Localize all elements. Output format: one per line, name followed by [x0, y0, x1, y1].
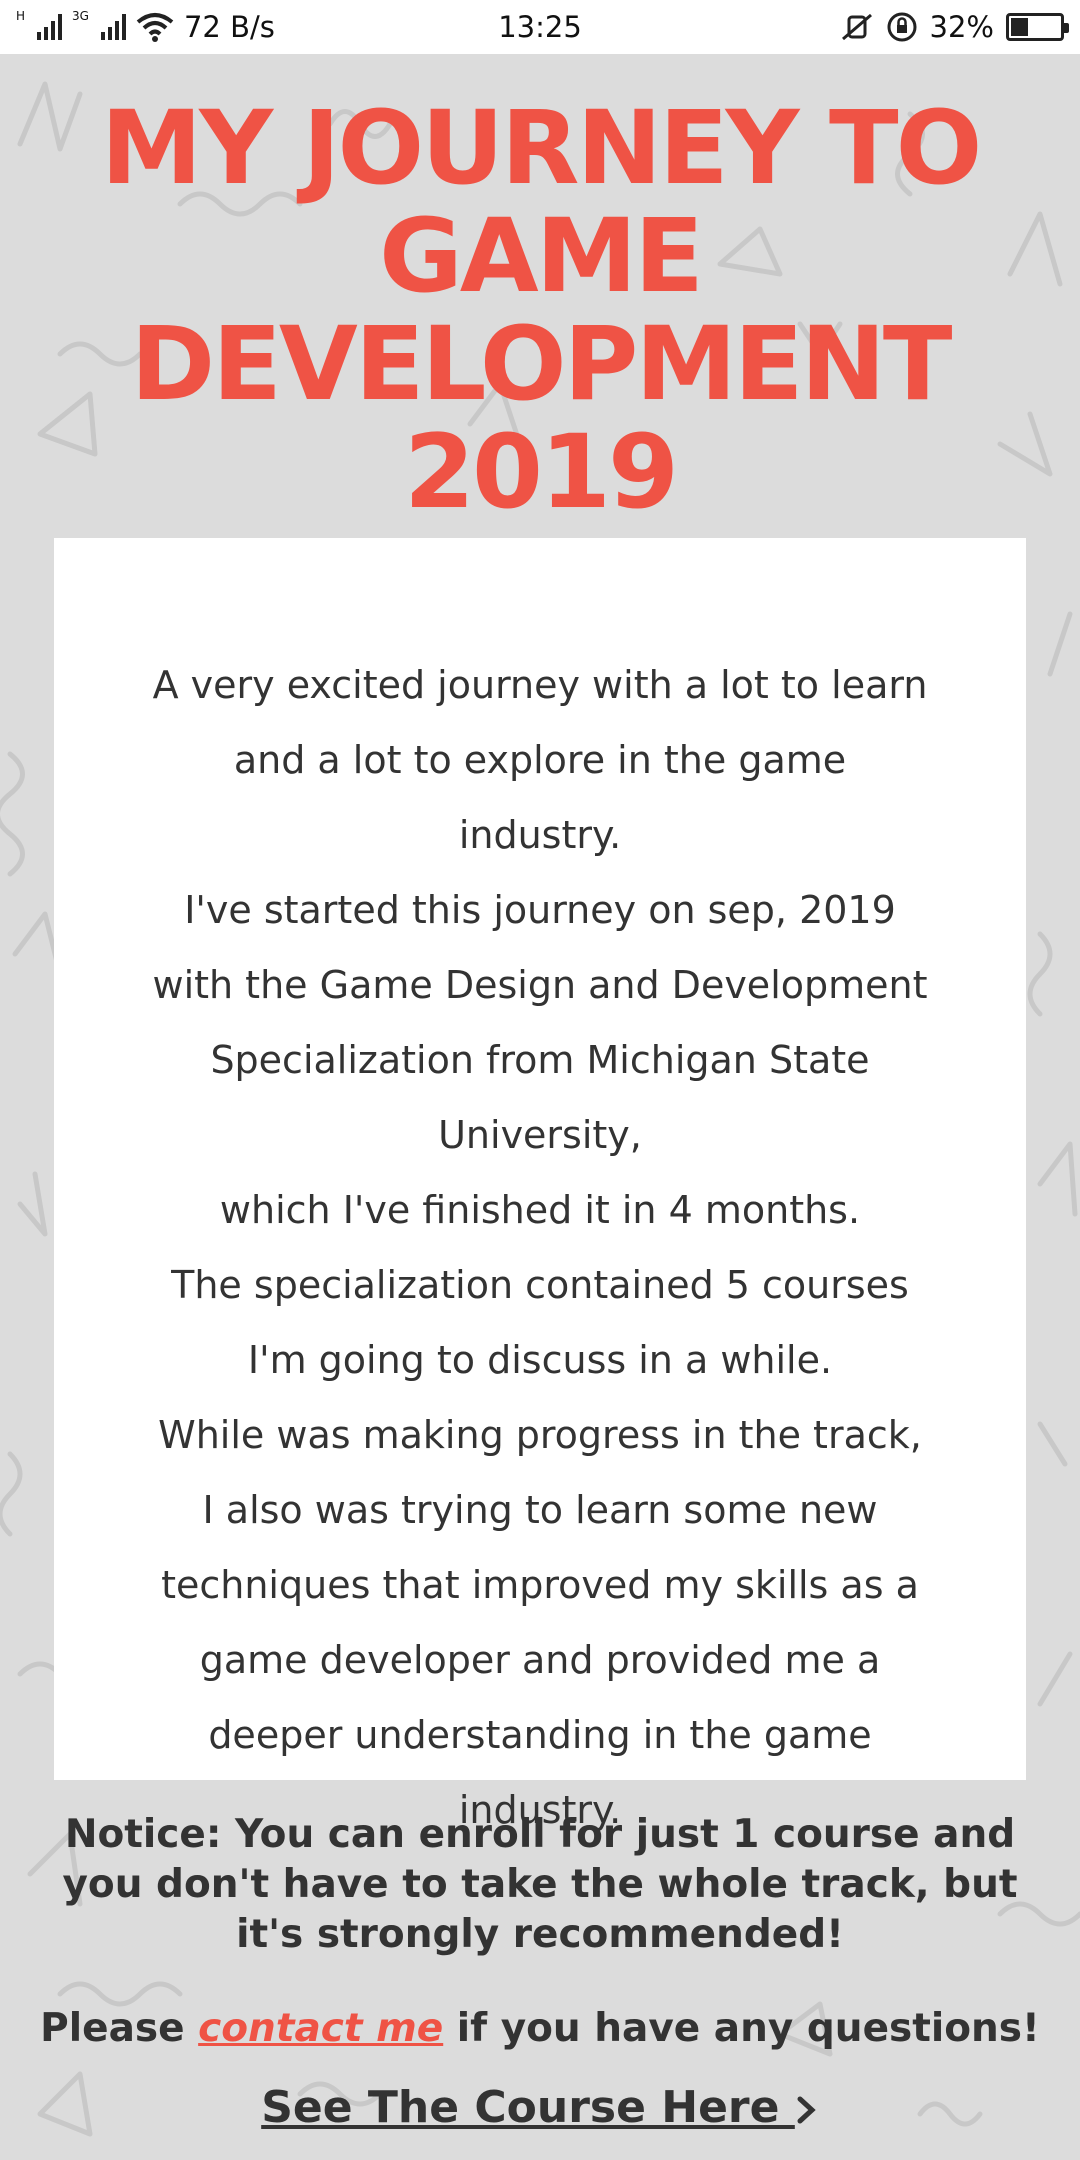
- network-type-3g: 3G: [72, 9, 89, 23]
- battery-icon: [1006, 13, 1069, 41]
- intro-paragraph: A very excited journey with a lot to lea…: [152, 663, 928, 857]
- intro-paragraph: While was making progress in the track, …: [158, 1413, 922, 1832]
- battery-percent: 32%: [929, 10, 994, 44]
- intro-paragraph: The specialization contained 5 courses I…: [171, 1263, 909, 1382]
- signal-icon-2: [100, 14, 126, 40]
- intro-paragraph: I've started this journey on sep, 2019 w…: [152, 888, 928, 1157]
- chevron-right-icon: [797, 2096, 816, 2124]
- status-bar: H 3G 72 B/s 13:25 32%: [0, 0, 1080, 54]
- contact-line: Please contact me if you have any questi…: [40, 2006, 1040, 2051]
- network-type-h: H: [16, 9, 26, 23]
- signal-icon-1: [37, 14, 63, 40]
- status-right: 32%: [664, 10, 1069, 44]
- vibrate-mute-icon: [841, 13, 872, 41]
- wifi-icon: [136, 13, 174, 42]
- network-speed: 72 B/s: [183, 10, 275, 44]
- course-link-line: See The Course Here: [40, 2082, 1040, 2133]
- contact-suffix: if you have any questions!: [456, 2006, 1040, 2051]
- contact-me-link[interactable]: contact me: [198, 2006, 443, 2051]
- rotation-lock-icon: [887, 12, 917, 42]
- intro-card: A very excited journey with a lot to lea…: [54, 538, 1026, 1832]
- notice-text: Notice: You can enroll for just 1 course…: [62, 1812, 1018, 1957]
- intro-paragraph: which I've finished it in 4 months.: [219, 1188, 861, 1232]
- see-course-label: See The Course Here: [261, 2082, 780, 2133]
- clock: 13:25: [498, 10, 582, 44]
- status-left: H 3G 72 B/s: [16, 10, 416, 44]
- page-title: MY JOURNEY TO GAME DEVELOPMENT 2019: [100, 89, 983, 532]
- contact-prefix: Please: [40, 2006, 185, 2051]
- see-course-link[interactable]: See The Course Here: [261, 2082, 819, 2133]
